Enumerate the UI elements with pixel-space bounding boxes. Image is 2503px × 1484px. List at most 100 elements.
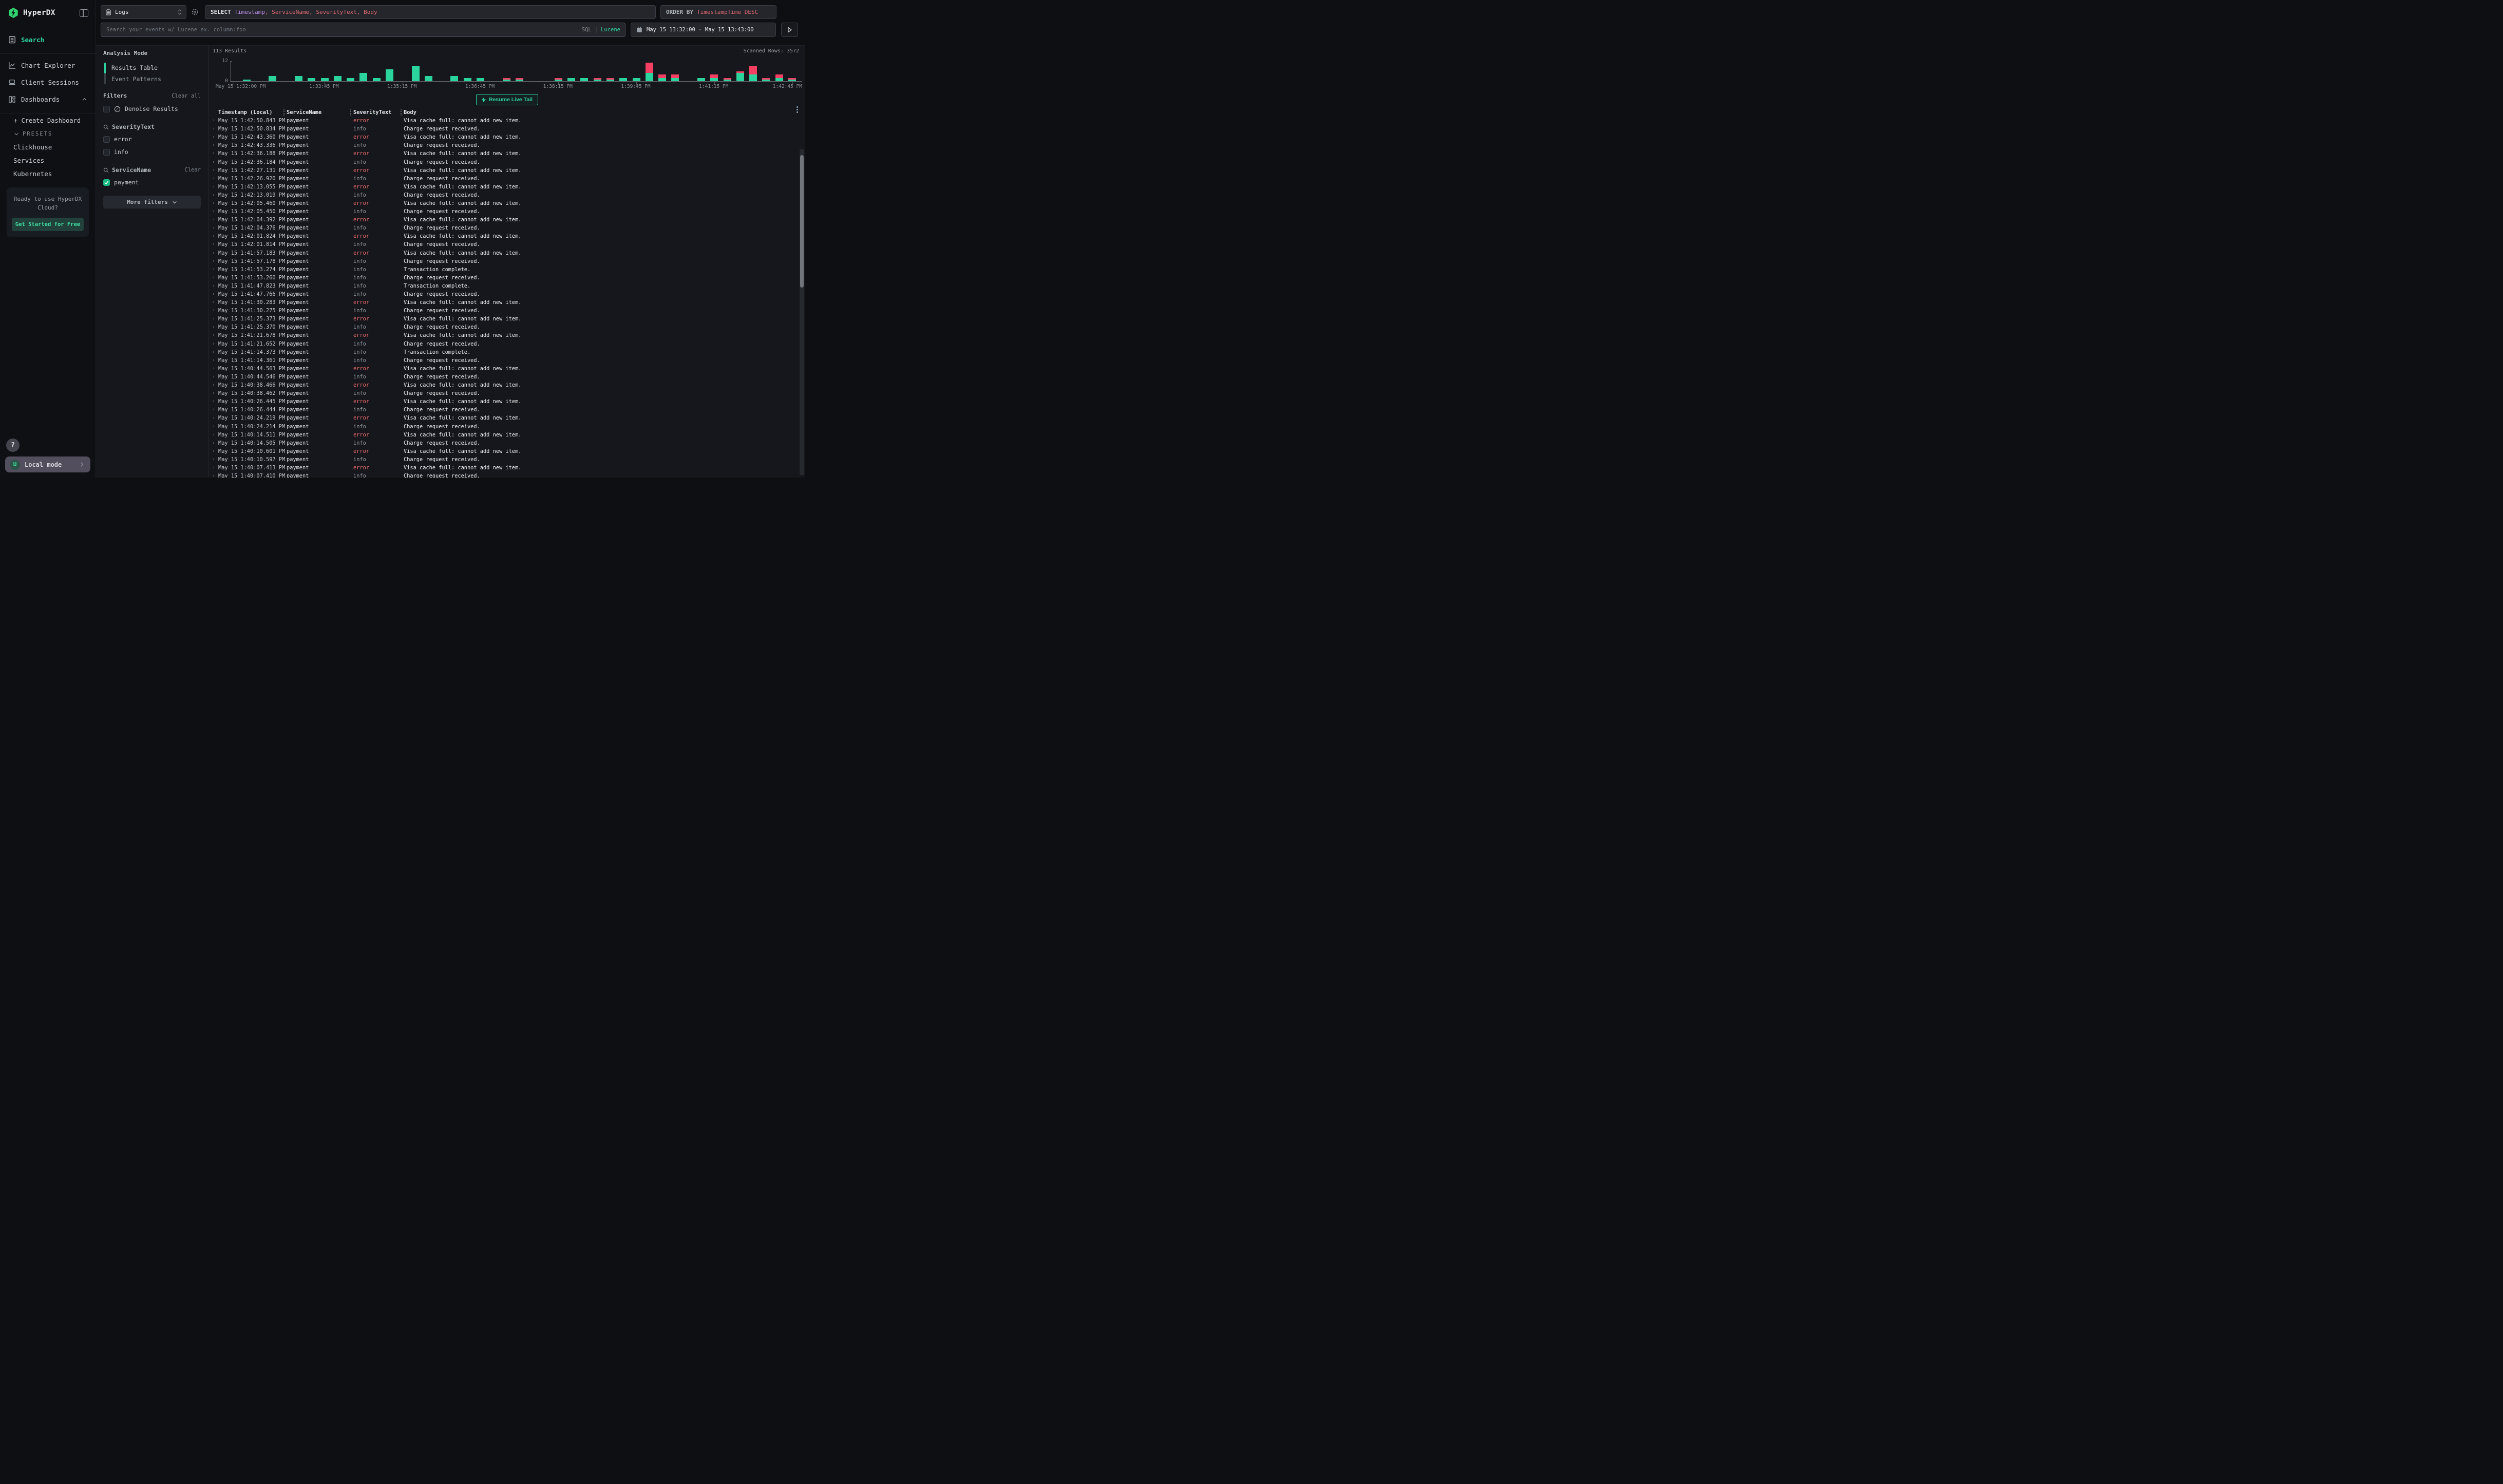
source-settings-button[interactable] [191,8,200,16]
order-by-input[interactable]: ORDER BY TimestampTime DESC [660,5,776,19]
row-expand-icon[interactable]: › [212,449,218,454]
row-expand-icon[interactable]: › [212,126,218,131]
row-expand-icon[interactable]: › [212,415,218,421]
log-row[interactable]: ›May 15 1:42:13.055 PMpaymenterrorVisa c… [209,183,805,191]
histogram-bar[interactable] [788,78,796,82]
row-expand-icon[interactable]: › [212,184,218,189]
row-expand-icon[interactable]: › [212,251,218,256]
histogram-bar[interactable] [477,78,484,82]
log-row[interactable]: ›May 15 1:40:38.462 PMpaymentinfoCharge … [209,389,805,397]
filter-option-payment[interactable]: payment [103,177,201,188]
sidebar-item-kubernetes[interactable]: Kubernetes [0,167,96,180]
row-expand-icon[interactable]: › [212,465,218,470]
col-header-body[interactable]: Body [404,109,805,116]
histogram-bar[interactable] [321,78,329,82]
row-expand-icon[interactable]: › [212,225,218,231]
histogram-bar[interactable] [450,76,458,81]
clear-facet-link[interactable]: Clear [184,167,201,173]
histogram-bar[interactable] [567,78,575,82]
log-row[interactable]: ›May 15 1:40:14.505 PMpaymentinfoCharge … [209,439,805,447]
account-menu[interactable]: U Local mode [5,456,90,472]
row-expand-icon[interactable]: › [212,209,218,214]
histogram-bar[interactable] [412,66,420,81]
denoise-checkbox[interactable] [103,106,110,112]
source-select[interactable]: Logs [101,5,186,19]
log-row[interactable]: ›May 15 1:42:36.184 PMpaymentinfoCharge … [209,158,805,166]
time-range-picker[interactable]: May 15 13:32:00 - May 15 13:43:00 [631,23,776,37]
scrollbar-thumb[interactable] [800,155,804,288]
histogram-bar[interactable] [269,76,276,81]
histogram-bar[interactable] [386,69,393,81]
sidebar-item-clickhouse[interactable]: Clickhouse [0,140,96,154]
row-expand-icon[interactable]: › [212,275,218,280]
log-row[interactable]: ›May 15 1:42:13.019 PMpaymentinfoCharge … [209,191,805,199]
row-expand-icon[interactable]: › [212,316,218,321]
histogram-bar[interactable] [503,78,510,82]
row-expand-icon[interactable]: › [212,283,218,289]
row-expand-icon[interactable]: › [212,399,218,404]
row-expand-icon[interactable]: › [212,424,218,429]
row-expand-icon[interactable]: › [212,143,218,148]
scrollbar-track[interactable] [800,149,804,475]
histogram-bar[interactable] [425,76,432,81]
collapse-sidebar-icon[interactable] [80,9,88,17]
row-expand-icon[interactable]: › [212,168,218,173]
log-row[interactable]: ›May 15 1:40:26.444 PMpaymentinfoCharge … [209,406,805,414]
row-expand-icon[interactable]: › [212,308,218,313]
log-row[interactable]: ›May 15 1:40:10.601 PMpaymenterrorVisa c… [209,447,805,455]
row-expand-icon[interactable]: › [212,333,218,338]
row-expand-icon[interactable]: › [212,151,218,156]
log-row[interactable]: ›May 15 1:42:36.188 PMpaymenterrorVisa c… [209,149,805,158]
create-dashboard-button[interactable]: + Create Dashboard [0,113,96,127]
row-expand-icon[interactable]: › [212,135,218,140]
sidebar-item-dashboards[interactable]: Dashboards [0,91,96,108]
column-resize-handle[interactable] [401,109,402,116]
log-row[interactable]: ›May 15 1:41:53.274 PMpaymentinfoTransac… [209,265,805,274]
denoise-results-option[interactable]: Denoise Results [103,103,201,115]
get-started-button[interactable]: Get Started for Free [12,218,84,231]
log-row[interactable]: ›May 15 1:41:30.275 PMpaymentinfoCharge … [209,307,805,315]
row-expand-icon[interactable]: › [212,217,218,222]
sidebar-item-client-sessions[interactable]: Client Sessions [0,74,96,91]
histogram-bar[interactable] [749,66,757,81]
histogram-bar[interactable] [464,78,471,82]
sidebar-item-chart-explorer[interactable]: Chart Explorer [0,57,96,74]
histogram-bar[interactable] [762,78,770,82]
log-row[interactable]: ›May 15 1:41:25.370 PMpaymentinfoCharge … [209,323,805,331]
lucene-toggle[interactable]: Lucene [601,27,620,33]
help-button[interactable]: ? [6,439,20,452]
row-expand-icon[interactable]: › [212,457,218,462]
row-expand-icon[interactable]: › [212,267,218,272]
sql-toggle[interactable]: SQL [582,27,592,33]
log-row[interactable]: ›May 15 1:42:01.824 PMpaymenterrorVisa c… [209,232,805,240]
histogram-bar[interactable] [619,78,627,82]
histogram-bar[interactable] [580,78,588,82]
log-row[interactable]: ›May 15 1:42:04.392 PMpaymenterrorVisa c… [209,216,805,224]
log-row[interactable]: ›May 15 1:40:14.511 PMpaymenterrorVisa c… [209,431,805,439]
select-clause-input[interactable]: SELECT Timestamp, ServiceName, SeverityT… [205,5,656,19]
search-input[interactable] [101,23,625,37]
error-checkbox[interactable] [103,136,110,143]
log-row[interactable]: ›May 15 1:42:26.920 PMpaymentinfoCharge … [209,175,805,183]
log-row[interactable]: ›May 15 1:40:07.413 PMpaymenterrorVisa c… [209,464,805,472]
histogram-bar[interactable] [697,78,705,82]
log-row[interactable]: ›May 15 1:40:44.563 PMpaymenterrorVisa c… [209,365,805,373]
row-expand-icon[interactable]: › [212,259,218,264]
log-row[interactable]: ›May 15 1:42:04.376 PMpaymentinfoCharge … [209,224,805,232]
row-expand-icon[interactable]: › [212,407,218,412]
histogram-bar[interactable] [646,63,653,81]
log-row[interactable]: ›May 15 1:41:47.823 PMpaymentinfoTransac… [209,282,805,290]
row-expand-icon[interactable]: › [212,300,218,305]
row-expand-icon[interactable]: › [212,193,218,198]
log-row[interactable]: ›May 15 1:41:47.766 PMpaymentinfoCharge … [209,290,805,298]
log-row[interactable]: ›May 15 1:40:24.214 PMpaymentinfoCharge … [209,422,805,430]
histogram-bar[interactable] [710,74,718,81]
filter-option-info[interactable]: info [103,146,201,158]
sidebar-item-search[interactable]: Search [0,31,96,48]
row-expand-icon[interactable]: › [212,292,218,297]
log-row[interactable]: ›May 15 1:41:57.178 PMpaymentinfoCharge … [209,257,805,265]
resume-live-tail-button[interactable]: Resume Live Tail [476,94,538,105]
row-expand-icon[interactable]: › [212,341,218,347]
row-expand-icon[interactable]: › [212,432,218,437]
filter-option-error[interactable]: error [103,134,201,145]
